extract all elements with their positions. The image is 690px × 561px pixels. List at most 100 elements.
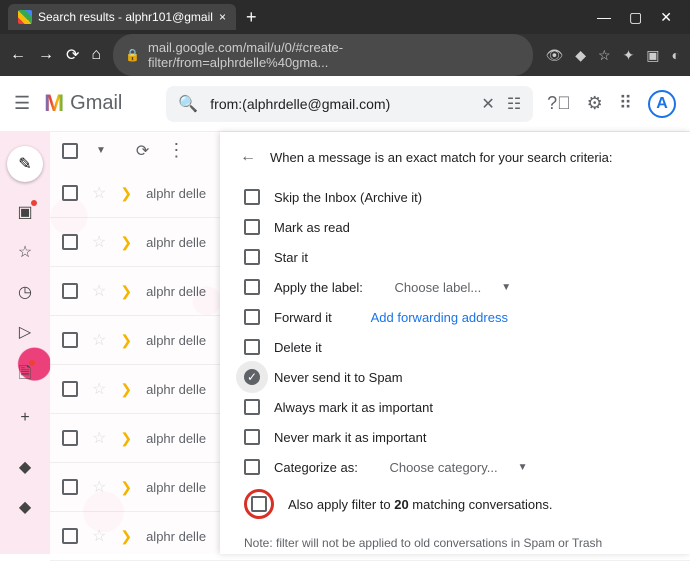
checkbox[interactable] bbox=[251, 496, 267, 512]
box-extension-icon[interactable]: ▣ bbox=[646, 47, 659, 64]
drafts-icon[interactable]: 🗎 bbox=[19, 362, 32, 389]
eye-extension-icon[interactable]: 👁 bbox=[545, 47, 563, 64]
settings-gear-icon[interactable]: ⚙ bbox=[587, 93, 603, 114]
forward-button[interactable]: → bbox=[38, 46, 54, 64]
back-arrow-icon[interactable]: ← bbox=[240, 148, 256, 166]
more-plus-icon[interactable]: + bbox=[20, 409, 29, 427]
chevron-down-icon[interactable]: ▼ bbox=[518, 462, 528, 473]
gmail-logo[interactable]: M Gmail bbox=[44, 90, 122, 118]
category-select[interactable]: Choose category... bbox=[389, 460, 497, 475]
window-controls: ― ▢ ✕ bbox=[597, 9, 682, 26]
option-categorize[interactable]: Categorize as: Choose category...▼ bbox=[240, 452, 670, 482]
checkbox[interactable] bbox=[244, 309, 260, 325]
option-apply-label[interactable]: Apply the label: Choose label...▼ bbox=[240, 272, 670, 302]
option-always-important[interactable]: Always mark it as important bbox=[240, 392, 670, 422]
important-marker-icon[interactable]: ❯ bbox=[120, 332, 132, 349]
snoozed-icon[interactable]: ◷ bbox=[18, 282, 32, 302]
star-icon[interactable]: ☆ bbox=[92, 526, 106, 546]
add-forwarding-link[interactable]: Add forwarding address bbox=[371, 310, 508, 325]
row-checkbox[interactable] bbox=[62, 430, 78, 446]
close-tab-icon[interactable]: × bbox=[219, 10, 226, 24]
account-avatar[interactable]: A bbox=[648, 90, 676, 118]
row-checkbox[interactable] bbox=[62, 479, 78, 495]
option-apply-existing[interactable]: Also apply filter to 20 matching convers… bbox=[240, 482, 670, 526]
label-icon-1[interactable]: ◆ bbox=[19, 457, 31, 477]
profile-extension-icon[interactable]: ◐ bbox=[672, 47, 680, 64]
side-rail: ✎ ▣ ☆ ◷ ▷ 🗎 + ◆ ◆ bbox=[0, 132, 50, 554]
checkbox[interactable] bbox=[244, 279, 260, 295]
search-input[interactable]: from:(alphrdelle@gmail.com) bbox=[210, 96, 469, 112]
important-marker-icon[interactable]: ❯ bbox=[120, 185, 132, 202]
support-icon[interactable]: ?⃝ bbox=[547, 93, 571, 114]
option-never-important[interactable]: Never mark it as important bbox=[240, 422, 670, 452]
star-bookmark-icon[interactable]: ☆ bbox=[598, 47, 611, 64]
back-button[interactable]: ← bbox=[10, 46, 26, 64]
extension-icons: 👁 ◆ ☆ ✦ ▣ ◐ bbox=[545, 47, 680, 64]
chevron-down-icon[interactable]: ▼ bbox=[501, 282, 511, 293]
sent-icon[interactable]: ▷ bbox=[19, 322, 31, 342]
lock-icon: 🔒 bbox=[125, 48, 140, 62]
sender: alphr delle bbox=[146, 186, 206, 201]
search-icon[interactable]: 🔍 bbox=[178, 94, 198, 114]
url-bar[interactable]: 🔒 mail.google.com/mail/u/0/#create-filte… bbox=[113, 34, 533, 76]
row-checkbox[interactable] bbox=[62, 283, 78, 299]
filter-note: Note: filter will not be applied to old … bbox=[244, 536, 670, 550]
important-marker-icon[interactable]: ❯ bbox=[120, 234, 132, 251]
row-checkbox[interactable] bbox=[62, 234, 78, 250]
important-marker-icon[interactable]: ❯ bbox=[120, 381, 132, 398]
star-icon[interactable]: ☆ bbox=[92, 183, 106, 203]
star-icon[interactable]: ☆ bbox=[92, 232, 106, 252]
star-icon[interactable]: ☆ bbox=[92, 330, 106, 350]
minimize-button[interactable]: ― bbox=[597, 9, 611, 26]
option-forward-it[interactable]: Forward it Add forwarding address bbox=[240, 302, 670, 332]
option-skip-inbox[interactable]: Skip the Inbox (Archive it) bbox=[240, 182, 670, 212]
puzzle-extension-icon[interactable]: ✦ bbox=[623, 47, 635, 64]
option-delete-it[interactable]: Delete it bbox=[240, 332, 670, 362]
important-marker-icon[interactable]: ❯ bbox=[120, 528, 132, 545]
maximize-button[interactable]: ▢ bbox=[629, 9, 642, 26]
new-tab-button[interactable]: + bbox=[246, 7, 257, 28]
close-window-button[interactable]: ✕ bbox=[660, 9, 672, 26]
checkbox[interactable] bbox=[244, 429, 260, 445]
select-dropdown-icon[interactable]: ▼ bbox=[96, 145, 106, 156]
star-icon[interactable]: ☆ bbox=[92, 477, 106, 497]
apps-grid-icon[interactable]: ⠿ bbox=[619, 93, 632, 114]
checkbox-checked[interactable]: ✓ bbox=[244, 369, 260, 385]
label-select[interactable]: Choose label... bbox=[395, 280, 482, 295]
important-marker-icon[interactable]: ❯ bbox=[120, 283, 132, 300]
star-icon[interactable]: ☆ bbox=[92, 428, 106, 448]
compose-button[interactable]: ✎ bbox=[7, 146, 43, 182]
row-checkbox[interactable] bbox=[62, 381, 78, 397]
option-star-it[interactable]: Star it bbox=[240, 242, 670, 272]
option-never-spam[interactable]: ✓Never send it to Spam bbox=[240, 362, 670, 392]
search-options-icon[interactable]: ☷ bbox=[507, 94, 521, 114]
important-marker-icon[interactable]: ❯ bbox=[120, 479, 132, 496]
inbox-icon[interactable]: ▣ bbox=[17, 202, 32, 222]
checkbox[interactable] bbox=[244, 399, 260, 415]
reload-button[interactable]: ⟳ bbox=[66, 45, 79, 65]
checkbox[interactable] bbox=[244, 459, 260, 475]
star-icon[interactable]: ☆ bbox=[92, 379, 106, 399]
main-menu-icon[interactable]: ☰ bbox=[14, 93, 30, 114]
row-checkbox[interactable] bbox=[62, 528, 78, 544]
starred-icon[interactable]: ☆ bbox=[18, 242, 32, 262]
clear-search-icon[interactable]: ✕ bbox=[481, 94, 494, 114]
shield-extension-icon[interactable]: ◆ bbox=[575, 47, 586, 64]
more-menu-icon[interactable]: ⋮ bbox=[167, 140, 185, 161]
important-marker-icon[interactable]: ❯ bbox=[120, 430, 132, 447]
row-checkbox[interactable] bbox=[62, 332, 78, 348]
option-mark-read[interactable]: Mark as read bbox=[240, 212, 670, 242]
filter-panel: ← When a message is an exact match for y… bbox=[220, 132, 690, 554]
select-all-checkbox[interactable] bbox=[62, 143, 78, 159]
search-bar[interactable]: 🔍 from:(alphrdelle@gmail.com) ✕ ☷ bbox=[166, 86, 533, 122]
checkbox[interactable] bbox=[244, 339, 260, 355]
refresh-icon[interactable]: ⟳ bbox=[136, 141, 149, 161]
checkbox[interactable] bbox=[244, 249, 260, 265]
home-button[interactable]: ⌂ bbox=[91, 46, 101, 64]
row-checkbox[interactable] bbox=[62, 185, 78, 201]
checkbox[interactable] bbox=[244, 219, 260, 235]
star-icon[interactable]: ☆ bbox=[92, 281, 106, 301]
label-icon-2[interactable]: ◆ bbox=[19, 497, 31, 517]
checkbox[interactable] bbox=[244, 189, 260, 205]
browser-tab[interactable]: Search results - alphr101@gmail × bbox=[8, 4, 236, 30]
